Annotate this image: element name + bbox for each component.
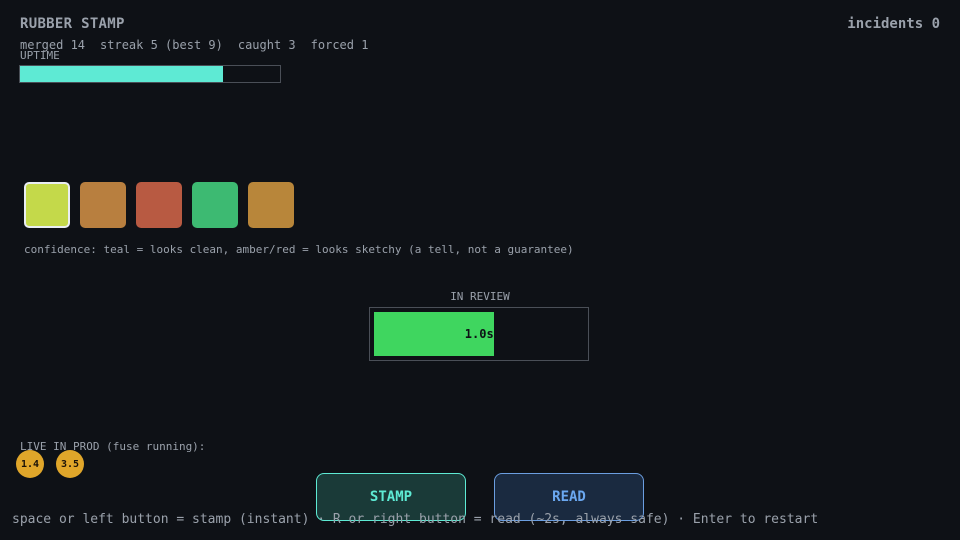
pr-tile (24, 182, 70, 228)
fuse-list: 1.4 3.5 (16, 450, 84, 478)
uptime-bar (19, 65, 281, 83)
fuse-timer: 1.4 (16, 450, 44, 478)
pr-tile (80, 182, 126, 228)
pr-tile (192, 182, 238, 228)
caught-stat: caught 3 (237, 38, 296, 52)
pr-queue (24, 182, 294, 228)
confidence-hint: confidence: teal = looks clean, amber/re… (24, 243, 574, 256)
review-progress-fill: 1.0s (374, 312, 494, 356)
review-time: 1.0s (464, 327, 494, 341)
controls-footer: space or left button = stamp (instant) ·… (12, 512, 819, 527)
review-progress-box: 1.0s (369, 307, 589, 361)
forced-stat: forced 1 (310, 38, 369, 52)
uptime-bar-fill (20, 66, 223, 82)
game-title: RUBBER STAMP (20, 16, 125, 32)
streak-stat: streak 5 (best 9) (100, 38, 223, 52)
uptime-label: UPTIME (20, 49, 60, 62)
fuse-timer: 3.5 (56, 450, 84, 478)
stats-line: merged 14 streak 5 (best 9) caught 3 forced… (20, 38, 383, 52)
review-label: IN REVIEW (450, 290, 510, 303)
incidents-counter: incidents 0 (847, 16, 940, 32)
pr-tile (136, 182, 182, 228)
pr-tile (248, 182, 294, 228)
